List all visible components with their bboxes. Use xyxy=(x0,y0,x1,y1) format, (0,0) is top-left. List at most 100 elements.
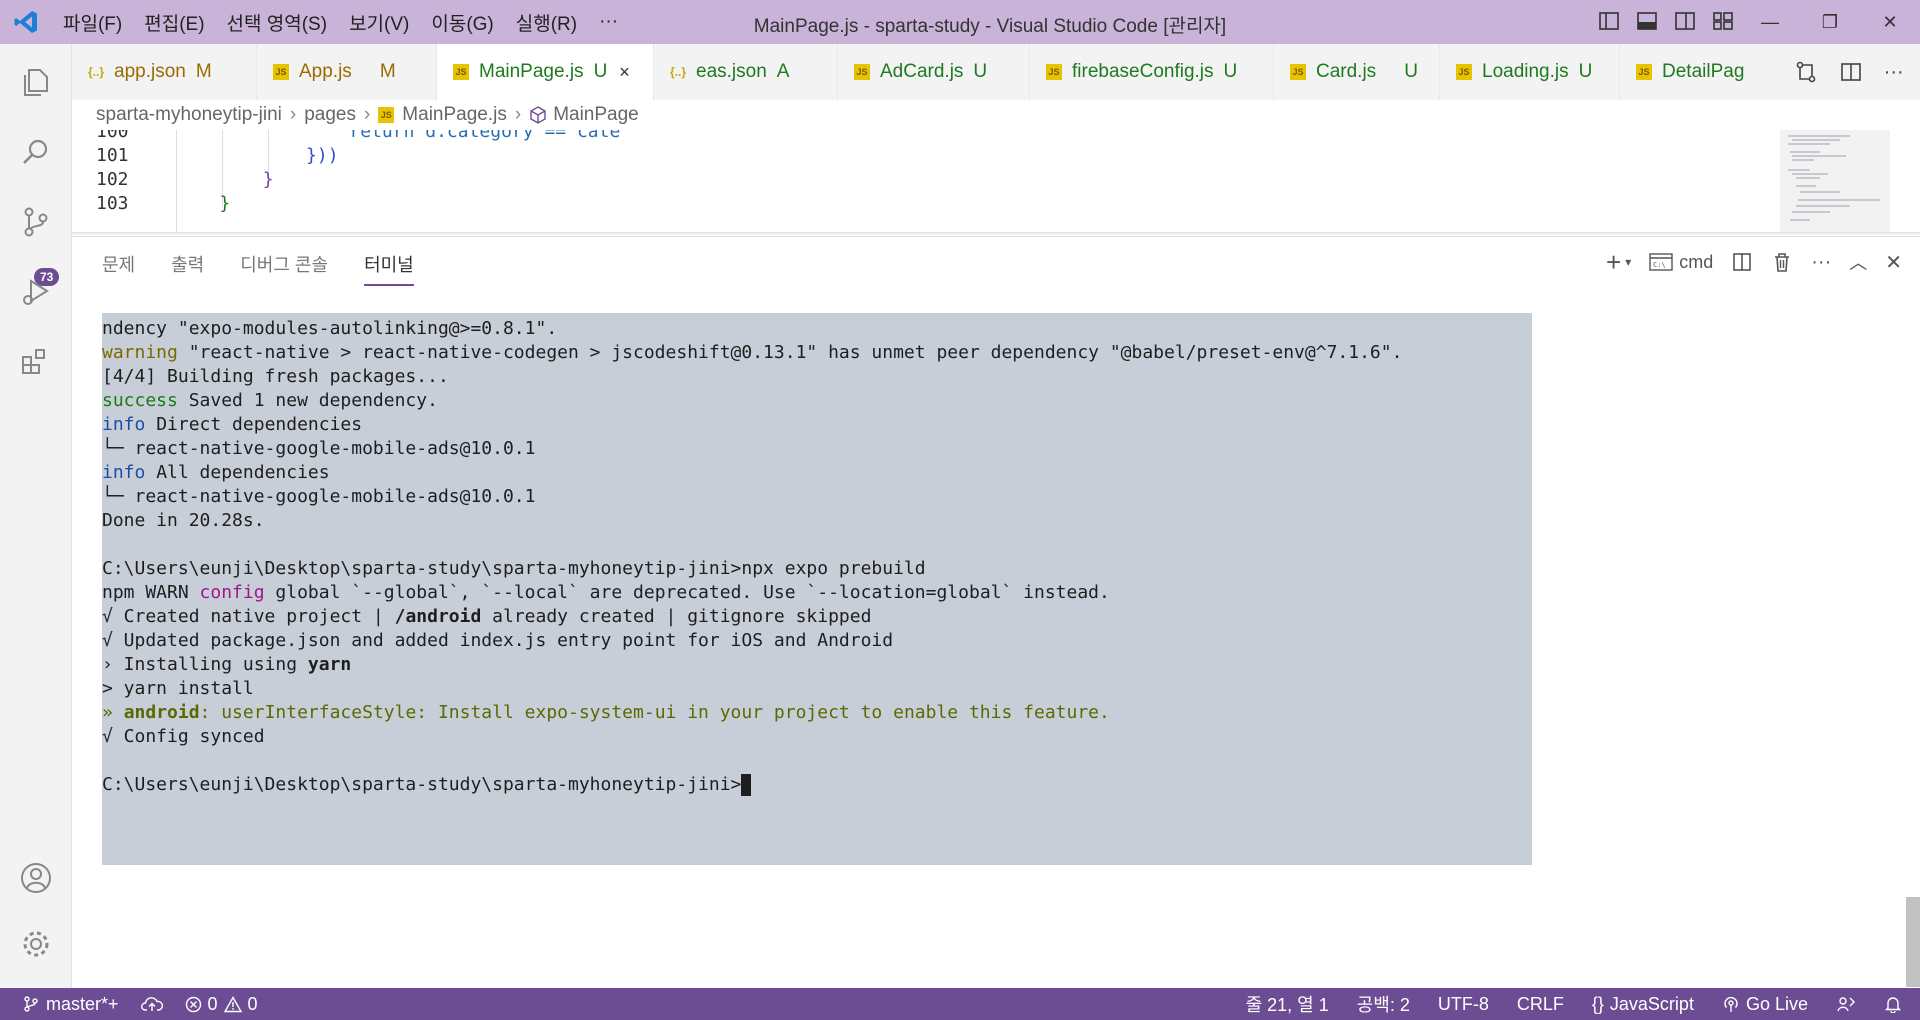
broadcast-icon xyxy=(1724,996,1738,1012)
close-tab-icon[interactable]: × xyxy=(619,62,630,83)
tab-eas-json[interactable]: {..} eas.json A xyxy=(654,44,838,100)
menu-go[interactable]: 이동(G) xyxy=(420,9,504,36)
close-window-icon[interactable]: ✕ xyxy=(1860,0,1920,44)
terminal-line: › Installing using yarn xyxy=(102,654,352,675)
tab-terminal[interactable]: 터미널 xyxy=(364,251,414,286)
toggle-secondary-sidebar-icon[interactable] xyxy=(1674,10,1696,32)
restore-icon[interactable]: ❐ xyxy=(1800,0,1860,44)
line-ending[interactable]: CRLF xyxy=(1517,994,1564,1015)
terminal-line: √ Updated package.json and added index.j… xyxy=(102,630,894,651)
toggle-panel-icon[interactable] xyxy=(1636,10,1658,32)
sync-status[interactable] xyxy=(140,995,163,1013)
terminal-line: └─ react-native-google-mobile-ads@10.0.1 xyxy=(102,438,536,459)
window-controls: — ❐ ✕ xyxy=(1740,0,1920,44)
panel-more-icon[interactable]: ··· xyxy=(1811,251,1831,274)
tab-adcard-js[interactable]: JS AdCard.js U xyxy=(838,44,1030,100)
extensions-icon[interactable] xyxy=(16,342,56,382)
terminal-line: success Saved 1 new dependency. xyxy=(102,390,438,411)
js-file-icon: JS xyxy=(1290,64,1306,80)
terminal-line: npm WARN config global `--global`, `--lo… xyxy=(102,582,1110,603)
panel-scrollbar[interactable] xyxy=(1906,897,1920,987)
explorer-icon[interactable] xyxy=(16,62,56,102)
terminal-cmd-icon: C:\ xyxy=(1649,253,1673,271)
breadcrumb-file[interactable]: MainPage.js xyxy=(402,104,507,126)
branch-status[interactable]: master*+ xyxy=(22,994,119,1015)
tab-detailpage-js[interactable]: JS DetailPag xyxy=(1620,44,1780,100)
terminal-prompt[interactable]: C:\Users\eunji\Desktop\sparta-study\spar… xyxy=(102,773,1532,797)
js-file-icon: JS xyxy=(453,64,469,80)
activity-bar: 73 xyxy=(0,44,72,988)
customize-layout-icon[interactable] xyxy=(1712,10,1734,32)
terminal-line: └─ react-native-google-mobile-ads@10.0.1 xyxy=(102,486,536,507)
notifications-bell-icon[interactable] xyxy=(1884,995,1902,1013)
go-live-button[interactable]: Go Live xyxy=(1722,994,1808,1015)
editor-actions: ··· xyxy=(1778,44,1920,100)
js-file-icon: JS xyxy=(1636,64,1652,80)
minimap-slider[interactable] xyxy=(1780,130,1890,232)
layout-controls xyxy=(1598,10,1734,32)
chevron-right-icon: › xyxy=(363,104,371,125)
breadcrumb-root[interactable]: sparta-myhoneytip-jini xyxy=(96,104,282,126)
encoding[interactable]: UTF-8 xyxy=(1438,994,1489,1015)
terminal-shell-selector[interactable]: C:\ cmd xyxy=(1649,252,1713,273)
tab-output[interactable]: 출력 xyxy=(171,251,204,286)
problems-status[interactable]: 0 0 xyxy=(185,994,258,1015)
tab-app-js[interactable]: JS App.js M xyxy=(257,44,437,100)
breadcrumb-folder[interactable]: pages xyxy=(304,104,356,126)
search-icon[interactable] xyxy=(16,132,56,172)
js-file-icon: JS xyxy=(1456,64,1472,80)
tab-debug-console[interactable]: 디버그 콘솔 xyxy=(240,251,328,286)
git-branch-icon xyxy=(24,996,38,1012)
maximize-panel-chevron-up-icon[interactable]: ︿ xyxy=(1849,249,1867,275)
json-file-icon: {..} xyxy=(670,65,687,79)
menu-more[interactable]: ··· xyxy=(588,11,629,33)
js-file-icon: JS xyxy=(854,64,870,80)
feedback-icon[interactable] xyxy=(1836,995,1856,1013)
kill-terminal-trash-icon[interactable] xyxy=(1771,251,1793,273)
more-actions-icon[interactable]: ··· xyxy=(1884,61,1904,84)
cloud-upload-icon xyxy=(140,997,163,1011)
tab-firebaseconfig-js[interactable]: JS firebaseConfig.js U xyxy=(1030,44,1274,100)
terminal-line: C:\Users\eunji\Desktop\sparta-study\spar… xyxy=(102,558,926,579)
indentation[interactable]: 공백: 2 xyxy=(1357,991,1410,1017)
code-editor[interactable]: 100 return d.category == cate 101 })) 10… xyxy=(72,130,1920,232)
tab-mainpage-js[interactable]: JS MainPage.js U × xyxy=(437,44,654,100)
window-title: MainPage.js - sparta-study - Visual Stud… xyxy=(753,16,1227,37)
menu-file[interactable]: 파일(F) xyxy=(52,9,133,36)
menu-view[interactable]: 보기(V) xyxy=(338,9,420,36)
language-mode[interactable]: {} JavaScript xyxy=(1592,994,1694,1015)
minimap[interactable] xyxy=(1780,130,1890,232)
menu-edit[interactable]: 편집(E) xyxy=(133,9,215,36)
menu-selection[interactable]: 선택 영역(S) xyxy=(216,9,339,36)
split-editor-icon[interactable] xyxy=(1839,60,1863,84)
terminal-cursor xyxy=(741,774,752,796)
tab-card-js[interactable]: JS Card.js U xyxy=(1274,44,1440,100)
tab-problems[interactable]: 문제 xyxy=(102,251,135,286)
code-line: 100 return d.category == cate xyxy=(96,130,621,142)
tab-loading-js[interactable]: JS Loading.js U xyxy=(1440,44,1620,100)
split-terminal-icon[interactable] xyxy=(1731,251,1753,273)
chevron-right-icon: › xyxy=(289,104,297,125)
accounts-icon[interactable] xyxy=(16,858,56,898)
terminal-line: » android: userInterfaceStyle: Install e… xyxy=(102,702,1110,723)
manage-gear-icon[interactable] xyxy=(16,924,56,964)
close-panel-icon[interactable]: ✕ xyxy=(1885,250,1902,275)
toggle-primary-sidebar-icon[interactable] xyxy=(1598,10,1620,32)
json-file-icon: {..} xyxy=(88,65,105,79)
breadcrumb-symbol[interactable]: MainPage xyxy=(553,104,639,126)
source-control-icon[interactable] xyxy=(16,202,56,242)
new-terminal-button[interactable]: + ▾ xyxy=(1606,249,1631,275)
terminal-line: > yarn install xyxy=(102,678,254,699)
terminal-output[interactable]: ndency "expo-modules-autolinking@>=0.8.1… xyxy=(102,313,1532,865)
warning-icon xyxy=(223,995,242,1012)
code-line: 101 })) xyxy=(96,145,339,166)
cursor-position[interactable]: 줄 21, 열 1 xyxy=(1246,991,1329,1017)
open-changes-icon[interactable] xyxy=(1794,60,1818,84)
run-debug-icon[interactable] xyxy=(16,272,56,312)
menu-run[interactable]: 실행(R) xyxy=(505,9,588,36)
tab-app-json[interactable]: {..} app.json M xyxy=(72,44,257,100)
svg-text:C:\: C:\ xyxy=(1653,261,1666,269)
minimize-icon[interactable]: — xyxy=(1740,0,1800,44)
